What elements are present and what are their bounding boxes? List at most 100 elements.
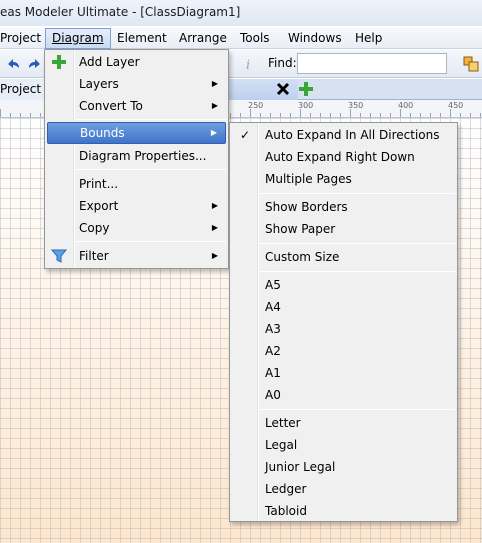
svg-text:i: i [246, 58, 250, 73]
menu-item-multiple-pages[interactable]: Multiple Pages [232, 168, 455, 190]
ruler-tick [20, 113, 21, 117]
menu-separator [75, 169, 226, 170]
info-icon[interactable]: i [240, 55, 258, 73]
diagram-menu: Add Layer Layers ▶ Convert To ▶ Bounds ▶… [44, 49, 229, 269]
ruler-tick [310, 113, 311, 117]
menu-diagram[interactable]: Diagram [45, 28, 111, 49]
tab-project-properties[interactable]: Project Pr [0, 79, 46, 100]
menu-item-label: Tabloid [265, 504, 307, 518]
menu-item-auto-expand-right-down[interactable]: Auto Expand Right Down [232, 146, 455, 168]
menu-item-junior-legal[interactable]: Junior Legal [232, 456, 455, 478]
menu-item-label: Convert To [79, 99, 143, 113]
menu-item-a0[interactable]: A0 [232, 384, 455, 406]
ruler-tick [260, 113, 261, 117]
ruler-tick [30, 113, 31, 117]
menu-item-letter[interactable]: Letter [232, 412, 455, 434]
menu-item-label: Diagram Properties... [79, 149, 207, 163]
menu-item-tabloid[interactable]: Tabloid [232, 500, 455, 522]
submenu-arrow-icon: ▶ [211, 201, 218, 210]
menu-arrange[interactable]: Arrange [173, 28, 233, 49]
menu-item-a3[interactable]: A3 [232, 318, 455, 340]
menu-item-label: Multiple Pages [265, 172, 352, 186]
menu-item-label: A3 [265, 322, 281, 336]
ruler-tick [380, 113, 381, 117]
ruler-tick [360, 113, 361, 117]
menu-help[interactable]: Help [349, 28, 388, 49]
menu-item-convert-to[interactable]: Convert To ▶ [47, 95, 226, 117]
ruler-tick [420, 113, 421, 117]
menu-item-label: Show Borders [265, 200, 348, 214]
menu-separator [259, 409, 455, 410]
menu-item-custom-size[interactable]: Custom Size [232, 246, 455, 268]
ruler-tick [400, 109, 401, 117]
menu-item-label: A1 [265, 366, 281, 380]
ruler-tick [280, 113, 281, 117]
menu-item-label: Custom Size [265, 250, 340, 264]
submenu-arrow-icon: ▶ [211, 223, 218, 232]
redo-icon[interactable] [26, 55, 44, 73]
find-label: Find: [268, 56, 297, 70]
ruler-tick [250, 109, 251, 117]
ruler-tick [390, 113, 391, 117]
menu-item-add-layer[interactable]: Add Layer [47, 51, 226, 73]
ruler-tick [410, 113, 411, 117]
menu-item-layers[interactable]: Layers ▶ [47, 73, 226, 95]
menu-item-show-paper[interactable]: Show Paper [232, 218, 455, 240]
menu-separator [75, 119, 226, 120]
submenu-arrow-icon: ▶ [211, 79, 218, 88]
find-input[interactable] [297, 53, 447, 74]
menu-separator [259, 243, 455, 244]
menu-item-label: Layers [79, 77, 119, 91]
menu-item-label: Ledger [265, 482, 307, 496]
menu-separator [259, 193, 455, 194]
menu-item-show-borders[interactable]: Show Borders [232, 196, 455, 218]
menu-windows[interactable]: Windows [282, 28, 348, 49]
menu-tools[interactable]: Tools [234, 28, 276, 49]
menu-project[interactable]: Project [0, 28, 47, 49]
menu-item-label: Show Paper [265, 222, 336, 236]
menu-item-a4[interactable]: A4 [232, 296, 455, 318]
ruler-tick [290, 113, 291, 117]
ruler-tick [270, 113, 271, 117]
ruler-tick [230, 113, 231, 117]
menu-item-ledger[interactable]: Ledger [232, 478, 455, 500]
menu-item-label: Print... [79, 177, 119, 191]
ruler-tick [340, 113, 341, 117]
menu-item-label: Legal [265, 438, 298, 452]
menu-element[interactable]: Element [111, 28, 173, 49]
menu-item-print[interactable]: Print... [47, 173, 226, 195]
menu-item-label: A0 [265, 388, 281, 402]
menu-bar: Project Diagram Element Arrange Tools Wi… [0, 28, 482, 49]
menu-item-label: Add Layer [79, 55, 140, 69]
menu-item-label: A5 [265, 278, 281, 292]
ruler-tick [480, 113, 481, 117]
undo-icon[interactable] [4, 55, 22, 73]
menu-item-export[interactable]: Export ▶ [47, 195, 226, 217]
ruler-tick [450, 109, 451, 117]
menu-diagram-label: Diagram [52, 31, 104, 45]
menu-item-copy[interactable]: Copy ▶ [47, 217, 226, 239]
menu-item-auto-expand-all[interactable]: ✓ Auto Expand In All Directions [232, 124, 455, 146]
ruler-tick [0, 109, 1, 117]
ruler-tick [320, 113, 321, 117]
checkmark-icon: ✓ [240, 128, 251, 142]
menu-item-a2[interactable]: A2 [232, 340, 455, 362]
close-tab-icon[interactable] [275, 81, 291, 97]
bounds-submenu: ✓ Auto Expand In All Directions Auto Exp… [229, 122, 458, 522]
menu-item-label: Auto Expand Right Down [265, 150, 415, 164]
menu-separator [259, 271, 455, 272]
arrange-icon[interactable] [462, 55, 480, 73]
add-tab-icon[interactable] [298, 81, 314, 97]
ruler-tick [300, 109, 301, 117]
menu-item-filter[interactable]: Filter ▶ [47, 245, 226, 267]
menu-item-a5[interactable]: A5 [232, 274, 455, 296]
submenu-arrow-icon: ▶ [211, 101, 218, 110]
menu-item-legal[interactable]: Legal [232, 434, 455, 456]
ruler-tick [370, 113, 371, 117]
menu-item-label: Letter [265, 416, 301, 430]
ruler-tick [10, 113, 11, 117]
menu-item-bounds[interactable]: Bounds ▶ [47, 122, 226, 144]
menu-item-diagram-properties[interactable]: Diagram Properties... [47, 145, 226, 167]
ruler-tick [40, 113, 41, 117]
menu-item-a1[interactable]: A1 [232, 362, 455, 384]
